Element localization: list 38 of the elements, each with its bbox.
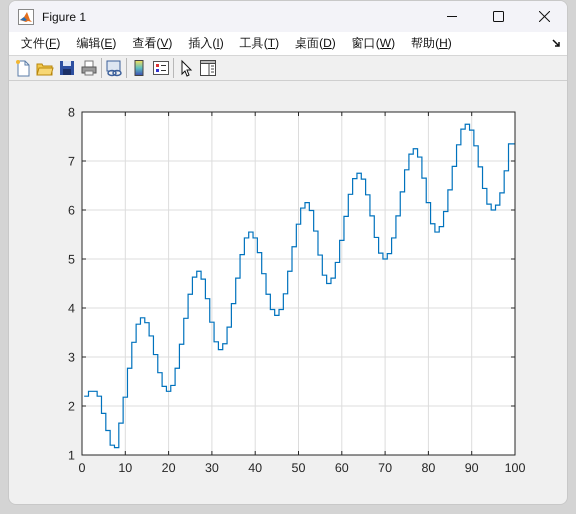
y-tick-label: 5 xyxy=(68,252,75,266)
y-tick-label: 2 xyxy=(68,400,75,414)
x-tick-label: 70 xyxy=(378,461,392,475)
menu-item[interactable]: 帮助(H) xyxy=(403,34,460,52)
maximize-icon xyxy=(492,11,504,22)
y-tick-label: 6 xyxy=(68,204,75,218)
x-tick-label: 0 xyxy=(78,461,86,475)
menu-item[interactable]: 桌面(D) xyxy=(287,34,344,52)
linked-plot-icon[interactable] xyxy=(105,58,123,77)
x-tick-label: 20 xyxy=(162,461,176,475)
x-tick-label: 30 xyxy=(204,461,219,475)
window-title: Figure 1 xyxy=(42,10,88,24)
x-tick-label: 50 xyxy=(292,461,306,475)
new-file-icon[interactable] xyxy=(14,58,32,77)
y-tick-label: 3 xyxy=(68,350,75,364)
y-tick-label: 1 xyxy=(68,448,75,462)
dock-arrow-icon[interactable] xyxy=(552,38,561,48)
y-tick-label: 7 xyxy=(68,154,75,168)
x-tick-label: 10 xyxy=(118,461,132,475)
property-panel-icon[interactable] xyxy=(199,58,217,77)
printer-icon[interactable] xyxy=(80,58,98,77)
y-tick-label: 8 xyxy=(68,106,75,120)
close-icon xyxy=(538,11,550,22)
legend-icon[interactable] xyxy=(152,58,170,77)
menu-item[interactable]: 文件(F) xyxy=(13,34,68,52)
x-tick-label: 100 xyxy=(504,461,526,475)
matlab-logo-icon xyxy=(18,8,34,24)
x-tick-label: 90 xyxy=(464,461,479,475)
x-tick-label: 40 xyxy=(248,461,262,475)
save-icon[interactable] xyxy=(58,58,76,77)
menu-item[interactable]: 窗口(W) xyxy=(344,34,404,52)
menu-item[interactable]: 查看(V) xyxy=(124,34,180,52)
x-tick-label: 60 xyxy=(334,461,349,475)
menu-item[interactable]: 插入(I) xyxy=(180,34,232,52)
menu-item[interactable]: 编辑(E) xyxy=(68,34,124,52)
y-tick-label: 4 xyxy=(68,302,75,316)
x-tick-label: 80 xyxy=(421,461,436,475)
menu-item[interactable]: 工具(T) xyxy=(232,34,288,52)
